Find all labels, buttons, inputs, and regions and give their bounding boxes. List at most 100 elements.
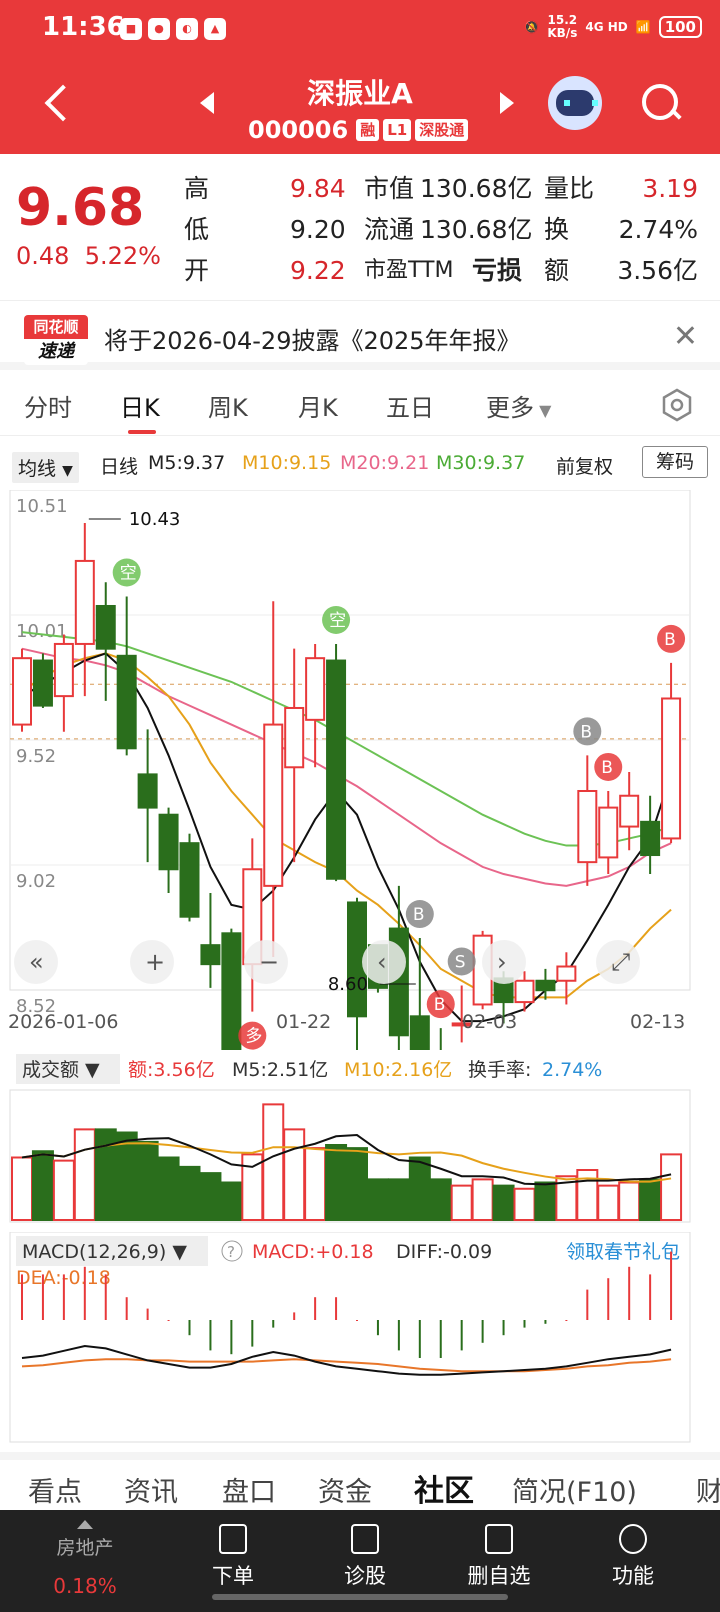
tab-weekly[interactable]: 周K: [208, 388, 248, 423]
x-tick-label: 02-03: [462, 1011, 517, 1033]
volume-bar: [262, 1103, 285, 1221]
speed-value: 15.2: [547, 13, 578, 27]
volume-selector-label: 成交额 ▼: [22, 1059, 100, 1081]
search-icon[interactable]: [638, 80, 682, 124]
macd-histogram-bar: [21, 1274, 23, 1320]
chart-nav-icon: ⤢: [611, 948, 630, 976]
volume-m10: M10:2.16亿: [344, 1059, 452, 1081]
sector-info[interactable]: 房地产 0.18%: [30, 1510, 140, 1612]
volume-m5: M5:2.51亿: [232, 1059, 328, 1081]
kline-chart[interactable]: 10.5110.019.529.028.52空空多BBSBBB10.438.60…: [0, 490, 720, 1050]
low-label: 低: [184, 215, 210, 244]
chart-tabs: 分时 日K 周K 月K 五日 更多 ▼: [0, 378, 720, 436]
macd-histogram-bar: [167, 1320, 170, 1321]
volume-bar: [471, 1178, 494, 1221]
macd-histogram-bar: [230, 1320, 233, 1355]
tab-funds[interactable]: 资金: [318, 1470, 372, 1509]
candle: [326, 659, 347, 880]
chart-nav-icon: ‹: [377, 948, 387, 976]
function-button[interactable]: 功能: [578, 1510, 688, 1612]
volume-bar: [450, 1184, 473, 1221]
y-tick-label: 10.51: [16, 496, 68, 517]
ma20-legend: M20:9.21: [340, 452, 430, 474]
chart-nav-icon: +: [145, 948, 165, 976]
close-icon[interactable]: ✕: [673, 319, 698, 354]
tab-community[interactable]: 社区: [414, 1466, 474, 1510]
home-indicator: [212, 1594, 508, 1600]
x-tick-label: 02-13: [630, 1011, 685, 1033]
candle: [284, 706, 305, 769]
candle: [619, 794, 640, 828]
tab-f10[interactable]: 简况(F10): [512, 1470, 637, 1509]
tab-more[interactable]: 更多 ▼: [486, 388, 551, 423]
volume-panel[interactable]: 成交额 ▼ 额:3.56亿 M5:2.51亿 M10:2.16亿 换手率: 2.74%: [0, 1050, 720, 1230]
volume-bar: [31, 1150, 54, 1221]
tab-highlights[interactable]: 看点: [28, 1470, 82, 1509]
signal-label: B: [434, 995, 446, 1015]
quote-labels-col1: 高 低 开: [184, 168, 209, 291]
next-stock-button[interactable]: [500, 92, 514, 114]
macd-histogram-bar: [41, 1274, 44, 1320]
candle: [305, 657, 326, 721]
candle: [116, 654, 137, 750]
assistant-robot-icon[interactable]: [548, 76, 602, 130]
float-value: 130.68亿: [420, 215, 533, 244]
amount-value: 3.56亿: [617, 256, 698, 285]
volume-bar: [220, 1181, 243, 1221]
period-label: 日线: [100, 456, 139, 478]
notice-banner[interactable]: 同花顺 速递 将于2026-04-29披露《2025年年报》 ✕: [0, 300, 720, 370]
volume-bar: [283, 1128, 306, 1221]
macd-histogram-bar: [356, 1320, 358, 1321]
tab-finance[interactable]: 财: [696, 1470, 720, 1509]
macd-histogram-bar: [586, 1289, 589, 1320]
signal-label: 空: [329, 611, 346, 631]
y-tick-label: 9.02: [16, 871, 56, 892]
macd-histogram-bar: [397, 1320, 400, 1351]
status-time: 11:36: [42, 12, 125, 42]
volume-bar: [660, 1153, 683, 1221]
tab-five-day[interactable]: 五日: [386, 388, 434, 423]
tab-daily[interactable]: 日K: [120, 388, 160, 423]
volume-bar: [346, 1147, 368, 1221]
candle: [221, 932, 242, 1050]
settings-icon[interactable]: [660, 388, 694, 422]
help-icon-glyph: ?: [227, 1243, 235, 1261]
signal-label: S: [455, 952, 466, 972]
title-bar: 深振业A 000006 融 L1 深股通: [0, 62, 720, 154]
macd-histogram-bar: [125, 1297, 128, 1320]
low-value: 9.20: [290, 215, 346, 244]
document-icon: [219, 1524, 247, 1554]
turnover-label: 换手率:: [468, 1059, 531, 1081]
sector-percent: 0.18%: [53, 1574, 117, 1598]
wifi-icon: 📶: [635, 20, 651, 34]
turnover-label: 换: [544, 215, 570, 244]
indicator-selector[interactable]: 均线 ▼: [12, 452, 79, 483]
tab-news[interactable]: 资讯: [124, 1470, 178, 1509]
tab-intraday[interactable]: 分时: [24, 388, 72, 423]
quote-labels-col3: 量比 换 额: [544, 168, 594, 291]
mute-icon: 🔕: [524, 20, 540, 34]
macd-histogram-bar: [544, 1320, 547, 1324]
adjust-mode[interactable]: 前复权: [556, 452, 613, 479]
macd-panel[interactable]: MACD(12,26,9) ▼? MACD:+0.18 DIFF:-0.09 领取春节…: [0, 1232, 720, 1450]
chevron-down-icon: ▼: [534, 401, 552, 420]
stock-code: 000006: [248, 116, 349, 144]
signal-label: B: [664, 630, 676, 650]
macd-value: MACD:+0.18: [252, 1241, 374, 1263]
volume-bar: [618, 1181, 641, 1221]
high-label: 高: [184, 174, 210, 203]
macd-histogram-bar: [335, 1297, 338, 1320]
mcap-value: 130.68亿: [420, 174, 533, 203]
volume-bar: [408, 1156, 431, 1221]
candle: [179, 842, 200, 918]
signal-label: B: [413, 905, 425, 925]
remove-watchlist-label: 删自选: [467, 1564, 531, 1588]
volume-bar: [639, 1178, 662, 1221]
chip-button[interactable]: 筹码: [642, 446, 708, 478]
macd-histogram-bar: [209, 1320, 212, 1351]
volume-bar: [199, 1172, 222, 1221]
tab-orderbook[interactable]: 盘口: [222, 1470, 276, 1509]
macd-histogram-bar: [146, 1308, 149, 1320]
app-notify-icon: ◐: [176, 18, 198, 40]
tab-monthly[interactable]: 月K: [298, 388, 338, 423]
